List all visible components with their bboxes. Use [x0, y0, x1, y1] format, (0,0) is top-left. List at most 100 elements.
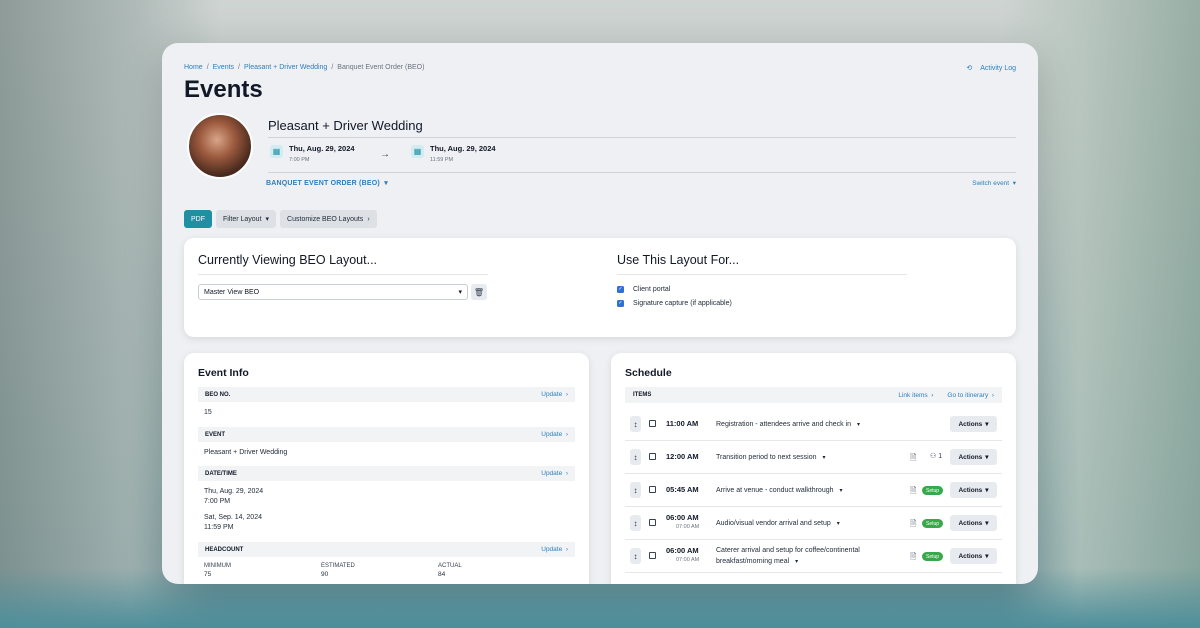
- actions-button[interactable]: Actions ▾: [950, 548, 997, 564]
- section-header: EVENT Update ›: [198, 427, 575, 442]
- datetime-value: Thu, Aug. 29, 2024 7:00 PM Sat, Sep. 14,…: [198, 481, 575, 533]
- layout-select-value: Master View BEO: [204, 288, 260, 296]
- event-value: Pleasant + Driver Wedding: [204, 449, 288, 456]
- end-time-value: 11:59 PM: [430, 157, 454, 163]
- signature-capture-option[interactable]: ✓ Signature capture (if applicable): [617, 300, 732, 307]
- datetime-section: DATE/TIME Update › Thu, Aug. 29, 2024 7:…: [198, 466, 575, 533]
- activity-log-label: Activity Log: [980, 64, 1016, 72]
- schedule-time: 06:00 AM: [666, 513, 699, 522]
- drag-handle-icon[interactable]: ↕: [630, 515, 641, 531]
- link-items-link[interactable]: Link items ›: [898, 392, 933, 399]
- caret-down-icon: ▾: [265, 216, 270, 223]
- event-label: EVENT: [205, 431, 226, 438]
- headcount-section: HEADCOUNT Update › MINIMUM ESTIMATED ACT…: [198, 542, 575, 578]
- checkbox-checked[interactable]: ✓: [617, 286, 624, 293]
- filter-layout-button[interactable]: Filter Layout ▾: [216, 210, 277, 228]
- beo-no-section: BEO NO. Update › 15: [198, 387, 575, 418]
- schedule-description[interactable]: Audio/visual vendor arrival and setup ▾: [716, 518, 840, 530]
- breadcrumb-home[interactable]: Home: [184, 64, 203, 71]
- avatar: [187, 113, 253, 179]
- actions-button[interactable]: Actions ▾: [950, 515, 997, 531]
- layout-select[interactable]: Master View BEO ▾: [198, 284, 468, 300]
- minimum-label: MINIMUM: [204, 563, 231, 569]
- row-checkbox[interactable]: [649, 486, 656, 493]
- estimated-value: 90: [321, 571, 329, 578]
- checkbox-checked[interactable]: ✓: [617, 300, 624, 307]
- filter-layout-label: Filter Layout: [223, 215, 262, 223]
- trash-icon[interactable]: 🗑: [471, 284, 487, 300]
- schedule-row: ↕ 11:00 AM Registration - attendees arri…: [625, 408, 1002, 441]
- drag-handle-icon[interactable]: ↕: [630, 449, 641, 465]
- client-portal-label: Client portal: [633, 286, 671, 293]
- document-icon[interactable]: 🗎: [910, 518, 916, 532]
- headcount-values: 75 90 84: [198, 569, 575, 578]
- pdf-button[interactable]: PDF: [184, 210, 212, 228]
- document-icon[interactable]: 🗎: [910, 485, 916, 499]
- drag-handle-icon[interactable]: ↕: [630, 548, 641, 564]
- caret-down-icon: ▾: [836, 521, 840, 527]
- schedule-description[interactable]: Arrive at venue - conduct walkthrough ▾: [716, 485, 843, 497]
- toolbar: PDF Filter Layout ▾ Customize BEO Layout…: [184, 210, 377, 228]
- document-icon[interactable]: 🗎: [910, 551, 916, 565]
- headcount-labels: MINIMUM ESTIMATED ACTUAL: [198, 557, 575, 569]
- end-date-value: Thu, Aug. 29, 2024: [430, 144, 496, 153]
- schedule-row: ↕ 12:00 AM Transition period to next ses…: [625, 441, 1002, 474]
- signature-capture-label: Signature capture (if applicable): [633, 300, 732, 307]
- caret-down-icon: ▾: [839, 488, 843, 494]
- update-link[interactable]: Update ›: [541, 431, 568, 438]
- schedule-description[interactable]: Registration - attendees arrive and chec…: [716, 419, 860, 431]
- divider: [268, 172, 1016, 173]
- customize-layouts-button[interactable]: Customize BEO Layouts ›: [280, 210, 377, 228]
- caret-down-icon: ▾: [822, 455, 826, 461]
- row-checkbox[interactable]: [649, 552, 656, 559]
- breadcrumb-separator: /: [206, 64, 209, 71]
- breadcrumb-events[interactable]: Events: [213, 64, 234, 71]
- page-title: Events: [184, 76, 263, 103]
- activity-log-link[interactable]: ⟲ Activity Log: [966, 64, 1016, 73]
- drag-handle-icon[interactable]: ↕: [630, 416, 641, 432]
- actual-value: 84: [438, 571, 446, 578]
- start-date: ▦ Thu, Aug. 29, 2024 7:00 PM: [270, 144, 355, 163]
- switch-event-dropdown[interactable]: Switch event ▾: [972, 179, 1016, 187]
- actions-button[interactable]: Actions ▾: [950, 449, 997, 465]
- actions-button[interactable]: Actions ▾: [950, 482, 997, 498]
- actions-button[interactable]: Actions ▾: [950, 416, 997, 432]
- row-checkbox[interactable]: [649, 453, 656, 460]
- go-to-itinerary-link[interactable]: Go to itinerary ›: [947, 392, 994, 399]
- breadcrumb-event[interactable]: Pleasant + Driver Wedding: [244, 64, 327, 71]
- setup-badge: Setup: [922, 519, 944, 528]
- drag-handle-icon[interactable]: ↕: [630, 482, 641, 498]
- schedule-row: ↕ 06:00 AM 07:00 AM Caterer arrival and …: [625, 540, 1002, 573]
- client-portal-option[interactable]: ✓ Client portal: [617, 286, 670, 293]
- beo-type-label: BANQUET EVENT ORDER (BEO): [266, 180, 380, 187]
- caret-down-icon: ▾: [795, 559, 799, 565]
- schedule-description[interactable]: Caterer arrival and setup for coffee/con…: [716, 545, 860, 568]
- row-checkbox[interactable]: [649, 420, 656, 427]
- schedule-time: 11:00 AM: [666, 419, 699, 428]
- arrow-right-icon: →: [380, 149, 390, 160]
- document-icon[interactable]: 🗎: [910, 452, 916, 466]
- schedule-time: 05:45 AM: [666, 485, 699, 494]
- customize-layouts-label: Customize BEO Layouts: [287, 215, 364, 223]
- update-link[interactable]: Update ›: [541, 470, 568, 477]
- beo-no-label: BEO NO.: [205, 391, 231, 398]
- schedule-end-time: 07:00 AM: [676, 557, 700, 563]
- row-checkbox[interactable]: [649, 519, 656, 526]
- beo-no-value: 15: [204, 409, 212, 416]
- app-window: Home / Events / Pleasant + Driver Weddin…: [162, 43, 1038, 584]
- setup-badge: Setup: [922, 486, 944, 495]
- setup-badge: Setup: [922, 552, 944, 561]
- update-link[interactable]: Update ›: [541, 546, 568, 553]
- schedule-description[interactable]: Transition period to next session ▾: [716, 452, 826, 464]
- beo-type-dropdown[interactable]: BANQUET EVENT ORDER (BEO) ▾: [266, 179, 388, 187]
- caret-down-icon: ▾: [857, 422, 861, 428]
- breadcrumb-separator: /: [331, 64, 334, 71]
- items-label: ITEMS: [633, 392, 652, 398]
- breadcrumb-separator: /: [238, 64, 240, 71]
- update-link[interactable]: Update ›: [541, 391, 568, 398]
- layout-title: Currently Viewing BEO Layout...: [198, 253, 378, 267]
- event-name: Pleasant + Driver Wedding: [268, 118, 423, 133]
- start-date-value: Thu, Aug. 29, 2024: [289, 144, 355, 153]
- switch-event-label: Switch event: [972, 180, 1010, 187]
- chevron-right-icon: ›: [367, 215, 370, 223]
